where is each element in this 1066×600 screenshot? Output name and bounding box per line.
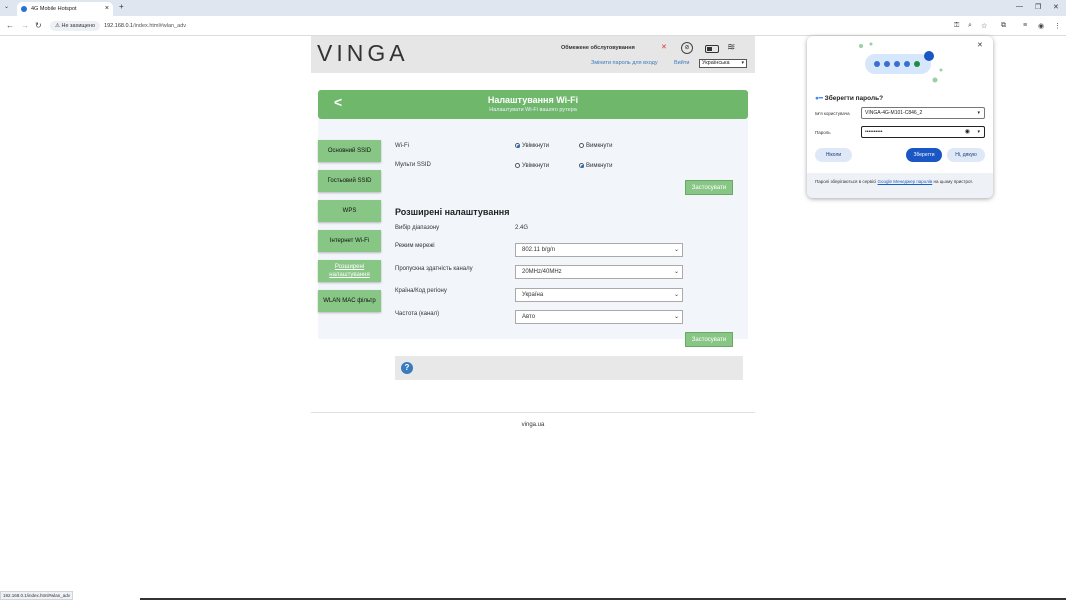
- change-password-link[interactable]: Змінити пароль для входу: [591, 60, 658, 66]
- wifi-on-radio[interactable]: Увімкнути: [515, 143, 549, 149]
- media-icon[interactable]: ≡: [1023, 22, 1027, 29]
- page-title: Налаштування Wi-Fi: [487, 95, 579, 105]
- password-field[interactable]: •••••••••• ◉ ▾: [861, 126, 985, 138]
- sidebar-item-advanced[interactable]: Розширені налаштування: [318, 260, 381, 282]
- browser-tab-bar: ⌄ 4G Mobile Hotspot × + — ❐ ✕: [0, 0, 1066, 16]
- password-illustration: [859, 42, 943, 83]
- bandwidth-select[interactable]: 20MHz/40MHz ⌄: [515, 265, 683, 279]
- country-select[interactable]: Україна ⌄: [515, 288, 683, 302]
- bandwidth-label: Пропускна здатність каналу: [395, 266, 473, 272]
- radio-icon: [515, 163, 520, 168]
- no-thanks-button[interactable]: Ні, дякую: [947, 148, 985, 162]
- logout-link[interactable]: Вийти: [674, 60, 689, 66]
- reload-icon[interactable]: ↻: [35, 21, 42, 30]
- page-subtitle: Налаштувати Wi-Fi вашого рутера: [489, 107, 577, 113]
- wifi-icon: ≋: [727, 42, 736, 53]
- extensions-icon[interactable]: ⧉: [1001, 22, 1006, 30]
- apply-advanced-button[interactable]: Застосувати: [685, 332, 733, 347]
- password-key-icon[interactable]: ⚿: [954, 22, 959, 30]
- url-path: /index.html#wlan_adv: [133, 23, 187, 29]
- page-header: VINGA Обмежене обслуговування ✕ ⊘ ≋ Змін…: [311, 36, 755, 73]
- sidebar-item-main-ssid[interactable]: Основний SSID: [318, 140, 381, 162]
- band-label: Вибір діапазону: [395, 225, 440, 231]
- chevron-down-icon: ▾: [741, 60, 744, 66]
- forward-icon[interactable]: →: [21, 21, 29, 30]
- band-value: 2.4G: [515, 225, 529, 231]
- signal-error-icon: ✕: [661, 44, 667, 51]
- radio-selected-icon: [515, 143, 520, 148]
- tab-menu-icon[interactable]: ⌄: [4, 3, 9, 10]
- settings-banner: < Налаштування Wi-Fi Налаштувати Wi-Fi в…: [318, 90, 748, 119]
- url-host: 192.168.0.1: [104, 23, 134, 29]
- chevron-down-icon: ⌄: [673, 247, 679, 253]
- sidebar-item-internet-wifi[interactable]: Інтернет Wi-Fi: [318, 230, 381, 252]
- save-password-popup: ✕ ●━ Зберегти пароль? Ім'я користувача V…: [807, 36, 993, 198]
- multi-ssid-off-radio[interactable]: Вимкнути: [579, 163, 613, 169]
- settings-panel: Основний SSID Гостьовий SSID WPS Інтерне…: [318, 119, 748, 347]
- network-mode-label: Режим мережі: [395, 243, 435, 249]
- zoom-icon[interactable]: ⌕: [968, 22, 972, 30]
- wifi-off-radio[interactable]: Вимкнути: [579, 143, 613, 149]
- close-window-icon[interactable]: ✕: [1053, 3, 1059, 11]
- tab-title: 4G Mobile Hotspot: [31, 6, 77, 12]
- radio-icon: [579, 143, 584, 148]
- username-label: Ім'я користувача: [815, 111, 850, 116]
- chevron-down-icon: ⌄: [673, 292, 679, 298]
- save-button[interactable]: Зберегти: [906, 148, 942, 162]
- footer-divider: [311, 412, 755, 413]
- maintenance-status: Обмежене обслуговування: [561, 45, 635, 51]
- security-indicator[interactable]: ⚠ Не захищено: [50, 21, 101, 31]
- address-bar: ← → ↻ ⚠ Не захищено 192.168.0.1/index.htm…: [0, 16, 1066, 36]
- profile-icon[interactable]: ◉: [1038, 22, 1044, 30]
- sidebar-item-guest-ssid[interactable]: Гостьовий SSID: [318, 170, 381, 192]
- help-icon[interactable]: ?: [401, 362, 413, 374]
- tab-close-icon[interactable]: ×: [105, 2, 109, 16]
- apply-basic-button[interactable]: Застосувати: [685, 180, 733, 195]
- radio-selected-icon: [579, 163, 584, 168]
- sidebar-item-wps[interactable]: WPS: [318, 200, 381, 222]
- back-icon[interactable]: ←: [6, 21, 14, 30]
- footer-site: vinga.ua: [521, 422, 545, 428]
- never-button[interactable]: Ніколи: [815, 148, 852, 162]
- battery-icon: [705, 45, 719, 53]
- status-bar-url: 192.168.0.1/index.html#wlan_adv: [0, 591, 74, 600]
- advanced-section-title: Розширені налаштування: [395, 207, 510, 217]
- sidebar-item-mac-filter[interactable]: WLAN MAC фільтр: [318, 290, 381, 312]
- multi-ssid-label: Мульти SSID: [395, 162, 431, 168]
- language-select[interactable]: Українська ▾: [699, 59, 747, 68]
- password-manager-link[interactable]: Google Менеджер паролів: [878, 179, 933, 184]
- country-label: Країна/Код регіону: [395, 288, 447, 294]
- close-icon[interactable]: ✕: [977, 41, 983, 49]
- chevron-down-icon[interactable]: ▾: [977, 108, 980, 118]
- eye-icon[interactable]: ◉: [965, 127, 970, 137]
- chevron-down-icon: ⌄: [673, 269, 679, 275]
- username-field[interactable]: VINGA-4G-M101-C846_2 ▾: [861, 107, 985, 119]
- popup-title: ●━ Зберегти пароль?: [815, 95, 884, 102]
- globe-disconnected-icon: ⊘: [681, 42, 693, 54]
- channel-label: Частота (канал): [395, 311, 440, 317]
- minimize-icon[interactable]: —: [1016, 3, 1023, 10]
- menu-icon[interactable]: ⋮: [1054, 22, 1061, 30]
- help-bar: ?: [395, 356, 743, 380]
- url-field[interactable]: ⚠ Не захищено 192.168.0.1/index.html#wlan…: [50, 19, 950, 33]
- new-tab-button[interactable]: +: [119, 2, 124, 11]
- tab-favicon-icon: [21, 6, 27, 12]
- password-note: Паролі зберігаються в сервісі Google Мен…: [807, 173, 993, 198]
- multi-ssid-on-radio[interactable]: Увімкнути: [515, 163, 549, 169]
- vinga-logo: VINGA: [317, 40, 409, 66]
- network-mode-select[interactable]: 802.11 b/g/n ⌄: [515, 243, 683, 257]
- chevron-down-icon: ⌄: [673, 314, 679, 320]
- password-label: Пароль: [815, 130, 831, 135]
- wifi-label: Wi-Fi: [395, 143, 409, 149]
- bookmark-star-icon[interactable]: ☆: [981, 22, 987, 30]
- restore-icon[interactable]: ❐: [1035, 3, 1041, 11]
- key-icon: ●━: [815, 95, 825, 102]
- chevron-down-icon[interactable]: ▾: [977, 127, 980, 137]
- browser-tab[interactable]: 4G Mobile Hotspot ×: [17, 2, 113, 16]
- channel-select[interactable]: Авто ⌄: [515, 310, 683, 324]
